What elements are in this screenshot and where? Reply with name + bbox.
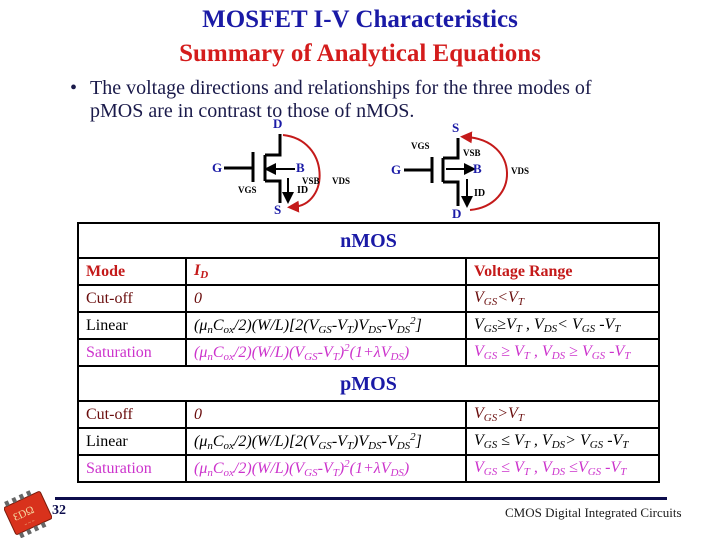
mode-cell: Cut-off <box>77 400 187 429</box>
nmos-symbol: D G B S VGS VSB VDS ID <box>212 116 350 217</box>
mode-cell: Saturation <box>77 338 187 367</box>
mosfet-symbols-diagram: D G B S VGS VSB VDS ID S G B D VGS VSB V… <box>212 116 529 221</box>
pmos-source-label: S <box>452 120 459 135</box>
table-row: Saturation (μnCox/2)(W/L)(VGS-VT)2(1+λVD… <box>77 454 660 483</box>
nmos-vds-label: VDS <box>332 176 350 186</box>
table-row: Linear (μnCox/2)(W/L)[2(VGS-VT)VDS-VDS2]… <box>77 311 660 340</box>
id-cell: (μnCox/2)(W/L)(VGS-VT)2(1+λVDS) <box>185 338 467 367</box>
pmos-vgs-label: VGS <box>411 141 430 151</box>
nmos-bulk-label: B <box>296 160 305 175</box>
header-voltage-range: Voltage Range <box>465 257 660 286</box>
nmos-gate-label: G <box>212 160 222 175</box>
mode-cell: Saturation <box>77 454 187 483</box>
page-number: 32 <box>52 503 66 518</box>
id-cell: (μnCox/2)(W/L)[2(VGS-VT)VDS-VDS2] <box>185 427 467 456</box>
range-cell: VGS>VT <box>465 400 660 429</box>
nmos-section-header: nMOS <box>77 222 660 259</box>
pmos-id-label: ID <box>474 188 485 199</box>
id-cell: 0 <box>185 400 467 429</box>
table-row: Linear (μnCox/2)(W/L)[2(VGS-VT)VDS-VDS2]… <box>77 427 660 456</box>
footer-divider <box>55 497 667 500</box>
nmos-vgs-label: VGS <box>238 185 257 195</box>
table-row: Cut-off 0 VGS<VT <box>77 284 660 313</box>
id-cell: 0 <box>185 284 467 313</box>
pmos-bulk-label: B <box>473 161 482 176</box>
range-cell: VGS ≥ VT , VDS ≥ VGS -VT <box>465 338 660 367</box>
range-cell: VGS ≤ VT , VDS ≤VGS -VT <box>465 454 660 483</box>
nmos-source-label: S <box>274 202 281 217</box>
table-row: Cut-off 0 VGS>VT <box>77 400 660 429</box>
pmos-drain-label: D <box>452 206 461 221</box>
iv-equations-table: nMOS Mode ID Voltage Range Cut-off 0 VGS… <box>77 222 660 483</box>
pmos-gate-label: G <box>391 162 401 177</box>
pmos-vsb-label: VSB <box>463 148 481 158</box>
pmos-symbol: S G B D VGS VSB VDS ID <box>391 120 529 221</box>
table-header-row: Mode ID Voltage Range <box>77 257 660 286</box>
pmos-vds-label: VDS <box>511 166 529 176</box>
table-row: Saturation (μnCox/2)(W/L)(VGS-VT)2(1+λVD… <box>77 338 660 367</box>
id-cell: (μnCox/2)(W/L)[2(VGS-VT)VDS-VDS2] <box>185 311 467 340</box>
nmos-id-label: ID <box>297 185 308 196</box>
chip-logo-icon: ƐDΩ ~ ~ ~ <box>4 490 52 538</box>
id-cell: (μnCox/2)(W/L)(VGS-VT)2(1+λVDS) <box>185 454 467 483</box>
header-id: ID <box>185 257 467 286</box>
header-mode: Mode <box>77 257 187 286</box>
nmos-drain-label: D <box>273 116 282 131</box>
range-cell: VGS≥VT , VDS< VGS -VT <box>465 311 660 340</box>
footer-text: CMOS Digital Integrated Circuits <box>505 505 682 520</box>
mode-cell: Linear <box>77 311 187 340</box>
range-cell: VGS<VT <box>465 284 660 313</box>
pmos-section-header: pMOS <box>77 365 660 402</box>
range-cell: VGS ≤ VT , VDS> VGS -VT <box>465 427 660 456</box>
mode-cell: Cut-off <box>77 284 187 313</box>
mode-cell: Linear <box>77 427 187 456</box>
